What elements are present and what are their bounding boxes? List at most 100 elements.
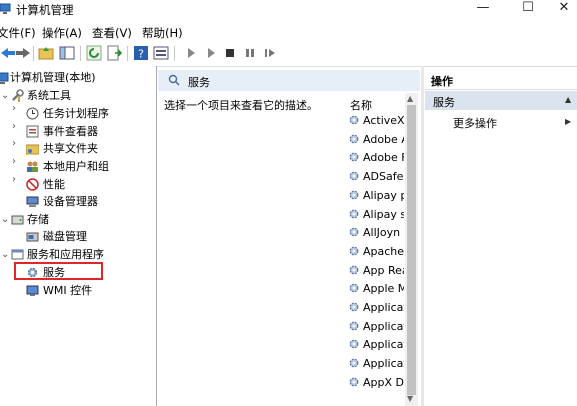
minimize-button[interactable]: —	[467, 0, 499, 17]
export-list-icon[interactable]	[106, 45, 122, 61]
service-row[interactable]: Alipay s	[348, 208, 404, 227]
services-pane-header: 服务	[158, 70, 420, 92]
column-header-name[interactable]: 名称	[350, 97, 372, 113]
service-row[interactable]: ADSafe	[348, 170, 404, 189]
forward-icon[interactable]	[15, 45, 31, 61]
gear-icon	[349, 302, 359, 312]
service-name: ADSafe	[363, 170, 404, 184]
menu-action[interactable]: 操作(A)	[42, 25, 82, 41]
chevron-right-icon[interactable]: ›	[12, 122, 20, 132]
refresh-icon[interactable]	[86, 45, 102, 61]
gear-icon	[349, 209, 359, 218]
service-row[interactable]: Adobe A	[348, 133, 404, 152]
title-bar: 计算机管理 — ☐ ✕	[0, 0, 577, 17]
collapse-arrow-icon[interactable]: ▲	[565, 95, 571, 104]
chevron-right-icon[interactable]: ›	[12, 104, 20, 114]
submenu-arrow-icon: ▶	[565, 117, 572, 126]
help-icon[interactable]: ?	[133, 45, 149, 61]
chevron-right-icon[interactable]: ›	[12, 175, 20, 185]
restart-service-icon[interactable]	[262, 45, 278, 61]
gear-icon	[349, 171, 359, 181]
svg-text:?: ?	[138, 48, 144, 61]
service-name: AppX D	[363, 375, 404, 389]
show-tree-icon[interactable]	[59, 45, 75, 61]
service-row[interactable]: Applicat	[348, 301, 404, 320]
service-row[interactable]: Alipay p	[348, 189, 404, 208]
service-row[interactable]: Apache2	[348, 245, 404, 264]
tree-label: 磁盘管理	[43, 230, 87, 243]
menu-file[interactable]: 文件(F)	[0, 25, 36, 41]
start-service-alt-icon[interactable]	[203, 45, 219, 61]
scroll-up-arrow-icon[interactable]: ▲	[407, 94, 413, 103]
service-row[interactable]: ActiveX	[348, 114, 404, 133]
gear-icon	[349, 358, 359, 368]
actions-title: 操作	[431, 75, 453, 88]
maximize-button[interactable]: ☐	[512, 0, 544, 17]
chevron-right-icon[interactable]: ›	[12, 157, 20, 167]
service-name: Apple M	[363, 282, 404, 296]
gear-icon	[349, 190, 359, 200]
start-service-icon[interactable]	[183, 45, 199, 61]
services-apps-icon	[11, 249, 24, 260]
toolbar-separator	[33, 46, 34, 61]
stop-service-icon[interactable]	[222, 45, 238, 61]
tree-label: 性能	[43, 178, 65, 191]
tree-label: 设备管理器	[43, 195, 98, 208]
gear-icon	[349, 321, 359, 331]
event-log-icon	[26, 125, 39, 138]
service-name: Apache2	[363, 244, 404, 258]
computer-management-icon	[0, 3, 11, 14]
menu-help[interactable]: 帮助(H)	[142, 25, 183, 41]
back-icon[interactable]	[0, 45, 16, 61]
menu-bar: 文件(F) 操作(A) 查看(V) 帮助(H)	[0, 22, 577, 41]
service-row[interactable]: AllJoyn I	[348, 226, 404, 245]
service-row[interactable]: Apple M	[348, 282, 404, 301]
tools-icon	[12, 89, 24, 102]
performance-icon	[26, 178, 39, 191]
actions-section-services[interactable]: 服务 ▲	[425, 91, 577, 110]
actions-section-label: 服务	[433, 96, 455, 109]
chevron-down-icon[interactable]: ⌄	[1, 215, 9, 225]
tree-label: 本地用户和组	[43, 160, 109, 173]
service-name: App Rea	[363, 263, 404, 277]
pane-divider[interactable]	[421, 66, 424, 406]
scroll-down-arrow-icon[interactable]: ▼	[407, 394, 413, 403]
menu-view[interactable]: 查看(V)	[92, 25, 132, 41]
gear-icon	[349, 152, 359, 162]
chevron-right-icon[interactable]: ›	[12, 139, 20, 149]
storage-icon	[11, 215, 24, 225]
up-folder-icon[interactable]	[38, 45, 54, 61]
actions-header: 操作	[425, 70, 577, 90]
toolbar-separator	[174, 46, 175, 61]
close-button[interactable]: ✕	[548, 0, 577, 17]
disk-icon	[26, 232, 39, 242]
computer-management-icon	[0, 72, 9, 84]
wmi-icon	[26, 285, 39, 296]
gear-icon	[349, 283, 359, 293]
toolbar: ?	[0, 41, 577, 67]
service-row[interactable]: Applicat	[348, 357, 404, 376]
gear-icon	[349, 134, 359, 144]
service-name: Alipay p	[363, 188, 404, 202]
service-row[interactable]: Applicat	[348, 338, 404, 357]
service-name: Applicat	[363, 338, 404, 352]
service-row[interactable]: AppX D	[348, 376, 404, 395]
service-row[interactable]: App Rea	[348, 264, 404, 283]
service-row[interactable]: Adobe F	[348, 151, 404, 170]
more-actions-label: 更多操作	[453, 117, 497, 130]
chevron-down-icon[interactable]: ⌄	[1, 250, 9, 260]
clock-icon	[26, 107, 39, 120]
gear-icon	[349, 377, 359, 387]
chevron-down-icon[interactable]: ⌄	[1, 91, 9, 101]
gear-icon	[349, 227, 359, 237]
service-name: Applicat	[363, 301, 404, 314]
scrollbar-thumb[interactable]	[407, 105, 416, 395]
more-actions-item[interactable]: 更多操作 ▶	[425, 112, 577, 131]
properties-icon[interactable]	[153, 45, 169, 61]
service-row[interactable]: Applicat	[348, 320, 404, 339]
gear-icon	[349, 339, 359, 349]
tree-label: 存储	[27, 213, 49, 226]
description-text: 选择一个项目来查看它的描述。	[164, 99, 318, 112]
search-icon	[168, 74, 180, 86]
pause-service-icon[interactable]	[242, 45, 258, 61]
